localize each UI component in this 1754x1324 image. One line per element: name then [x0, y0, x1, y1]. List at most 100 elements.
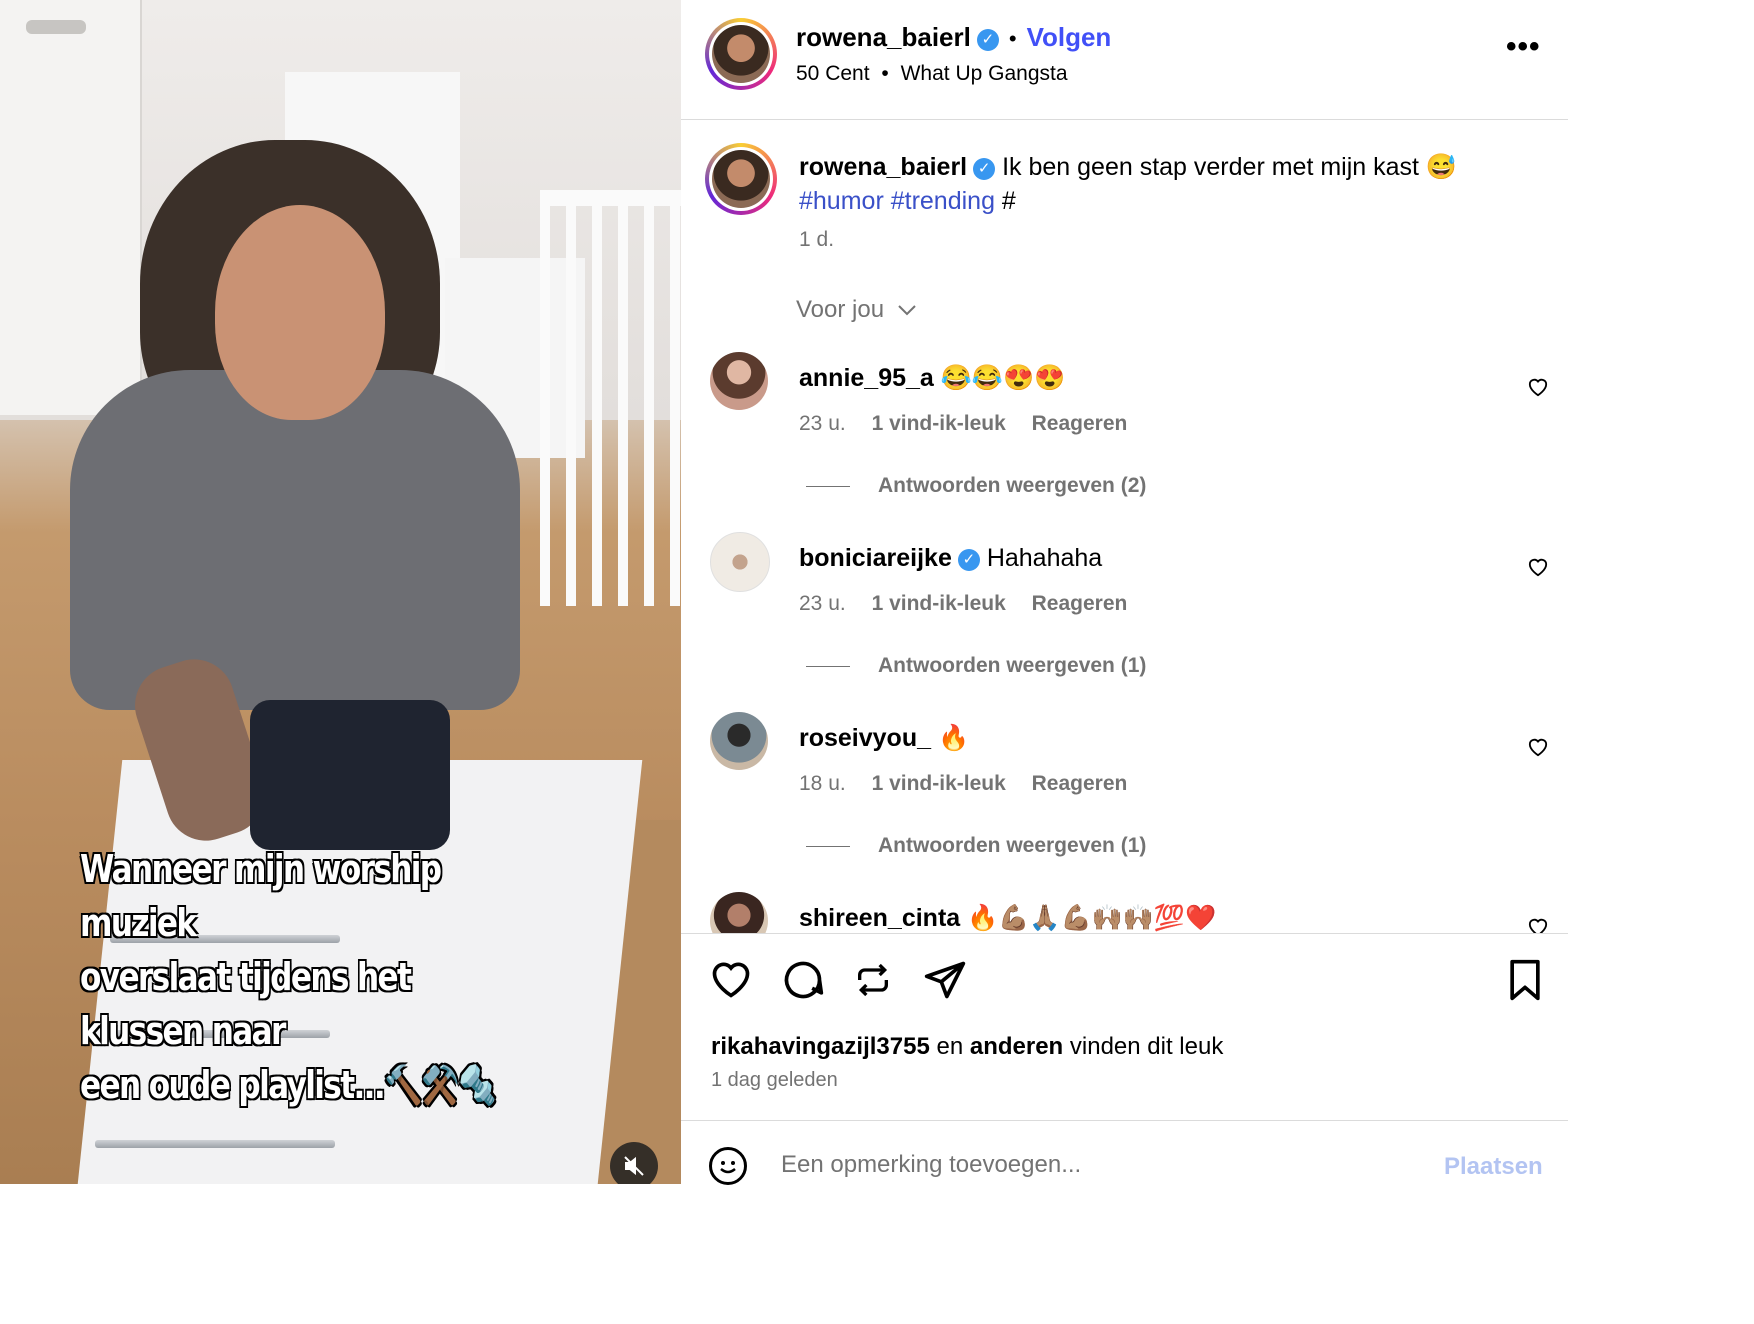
heart-icon	[1528, 558, 1548, 577]
view-replies-label: Antwoorden weergeven (1)	[878, 654, 1147, 677]
reply-button[interactable]: Reageren	[1032, 772, 1128, 795]
video-player[interactable]: Wanneer mijn worship muziek overslaat ti…	[0, 0, 681, 1184]
post-date[interactable]: 1 dag geleden	[711, 1069, 838, 1092]
bookmark-icon	[1510, 959, 1540, 1001]
emoji-picker-button[interactable]	[709, 1147, 747, 1185]
post-sidebar: rowena_baierl ✓ • Volgen 50 Cent • What Up …	[681, 0, 1568, 1185]
comment-username[interactable]: annie_95_a	[799, 364, 934, 392]
comment-item: roseivyou_ 🔥 18 u. 1 vind-ik-leuk Reager…	[681, 712, 1568, 892]
liked-by-user[interactable]: rikahavingazijl3755	[711, 1033, 930, 1060]
view-replies-button[interactable]: Antwoorden weergeven (2)	[806, 474, 1146, 498]
video-crib	[540, 190, 681, 606]
comment-time[interactable]: 18 u.	[799, 772, 846, 795]
comment-like-button[interactable]	[1527, 916, 1549, 933]
hashtag-link[interactable]: #	[1002, 187, 1016, 215]
comment-avatar[interactable]	[710, 712, 768, 770]
repost-icon	[858, 963, 888, 997]
mute-button[interactable]	[610, 1142, 658, 1184]
video-person-shirt	[70, 370, 520, 710]
reply-button[interactable]: Reageren	[1032, 412, 1128, 435]
audio-artist: 50 Cent	[796, 62, 870, 85]
author-avatar[interactable]	[705, 18, 777, 90]
comment-avatar[interactable]	[710, 352, 768, 410]
comment-meta: 23 u. 1 vind-ik-leuk Reageren	[799, 592, 1127, 616]
follow-button[interactable]: Volgen	[1027, 22, 1112, 52]
post-caption: rowena_baierl ✓ Ik ben geen stap verder m…	[799, 150, 1539, 218]
caption-username[interactable]: rowena_baierl	[799, 153, 967, 181]
view-replies-label: Antwoorden weergeven (2)	[878, 474, 1147, 497]
add-comment-bar: Plaatsen	[681, 1120, 1568, 1185]
comment-text-row: annie_95_a 😂😂😍😍	[799, 364, 1065, 393]
audio-title: What Up Gangsta	[900, 62, 1068, 85]
video-caption-line: overslaat tijdens het klussen naar	[80, 955, 412, 1053]
comment-avatar[interactable]	[710, 532, 770, 592]
verified-badge-icon: ✓	[957, 549, 980, 571]
comment-filter-label: Voor jou	[796, 296, 885, 323]
comment-input[interactable]	[781, 1151, 1381, 1179]
heart-icon	[1528, 918, 1548, 933]
comment-text: Hahahaha	[986, 544, 1103, 572]
more-options-icon[interactable]: •••	[1506, 30, 1541, 64]
heart-icon	[1528, 378, 1548, 397]
comment-text-row: boniciareijke ✓ Hahahaha	[799, 544, 1102, 573]
comment-time[interactable]: 23 u.	[799, 412, 846, 435]
comment-text: 🔥	[937, 724, 970, 752]
post-time[interactable]: 1 d.	[799, 228, 834, 252]
comment-likes[interactable]: 1 vind-ik-leuk	[872, 592, 1006, 615]
chevron-down-icon	[898, 305, 916, 316]
comment-meta: 23 u. 1 vind-ik-leuk Reageren	[799, 412, 1127, 436]
comment-text-row: roseivyou_ 🔥	[799, 724, 969, 753]
comment-avatar[interactable]	[710, 892, 768, 933]
actions-divider	[681, 933, 1568, 934]
header-title-row: rowena_baierl ✓ • Volgen	[796, 22, 1111, 53]
hashtag-link[interactable]: #humor	[799, 187, 884, 215]
comment-text-row: shireen_cinta 🔥💪🏽🙏🏽💪🏽🙌🏽🙌🏽💯❤️	[799, 904, 1216, 933]
video-drawer-rail	[95, 1140, 335, 1148]
comment-username[interactable]: roseivyou_	[799, 724, 931, 752]
share-button[interactable]	[923, 958, 969, 1004]
video-person-legs	[250, 700, 450, 850]
comment-filter-dropdown[interactable]: Voor jou	[796, 296, 917, 324]
view-replies-button[interactable]: Antwoorden weergeven (1)	[806, 834, 1146, 858]
comment-like-button[interactable]	[1527, 556, 1549, 584]
paper-plane-icon	[924, 961, 966, 999]
replies-divider-line	[806, 665, 850, 667]
comment-item: boniciareijke ✓ Hahahaha 23 u. 1 vind-ik-…	[681, 532, 1568, 712]
door-handle	[26, 20, 86, 34]
post-action-bar	[709, 958, 1549, 1008]
heart-icon	[712, 962, 750, 998]
post-comment-button[interactable]: Plaatsen	[1444, 1153, 1543, 1181]
verified-badge-icon: ✓	[973, 158, 996, 180]
like-button[interactable]	[709, 958, 755, 1004]
comment-text: 😂😂😍😍	[940, 364, 1066, 392]
video-person-face	[215, 205, 385, 420]
comment-like-button[interactable]	[1527, 376, 1549, 404]
comment-likes[interactable]: 1 vind-ik-leuk	[872, 772, 1006, 795]
save-button[interactable]	[1505, 958, 1551, 1004]
liked-others-link[interactable]: anderen	[970, 1033, 1063, 1060]
comment-like-button[interactable]	[1527, 736, 1549, 764]
comment-button[interactable]	[781, 958, 827, 1004]
reply-button[interactable]: Reageren	[1032, 592, 1128, 615]
view-replies-button[interactable]: Antwoorden weergeven (1)	[806, 654, 1146, 678]
post-header: rowena_baierl ✓ • Volgen 50 Cent • What Up …	[681, 0, 1568, 120]
video-door	[0, 0, 142, 415]
author-username[interactable]: rowena_baierl	[796, 22, 971, 52]
replies-divider-line	[806, 845, 850, 847]
caption-author-avatar[interactable]	[705, 143, 777, 215]
view-replies-label: Antwoorden weergeven (1)	[878, 834, 1147, 857]
video-caption-line: een oude playlist...🔨⚒️🔩	[80, 1063, 497, 1107]
comment-username[interactable]: shireen_cinta	[799, 904, 960, 932]
smiley-icon	[720, 1161, 736, 1174]
hashtag-link[interactable]: #trending	[891, 187, 995, 215]
comment-likes[interactable]: 1 vind-ik-leuk	[872, 412, 1006, 435]
repost-button[interactable]	[853, 958, 899, 1004]
replies-divider-line	[806, 485, 850, 487]
comment-text: 🔥💪🏽🙏🏽💪🏽🙌🏽🙌🏽💯❤️	[967, 904, 1217, 932]
audio-info[interactable]: 50 Cent • What Up Gangsta	[796, 62, 1068, 86]
comment-time[interactable]: 23 u.	[799, 592, 846, 615]
comment-item: shireen_cinta 🔥💪🏽🙏🏽💪🏽🙌🏽🙌🏽💯❤️	[681, 892, 1568, 933]
speech-bubble-icon	[784, 961, 824, 999]
caption-text: Ik ben geen stap verder met mijn kast 😅	[1002, 153, 1458, 181]
comment-username[interactable]: boniciareijke	[799, 544, 952, 572]
